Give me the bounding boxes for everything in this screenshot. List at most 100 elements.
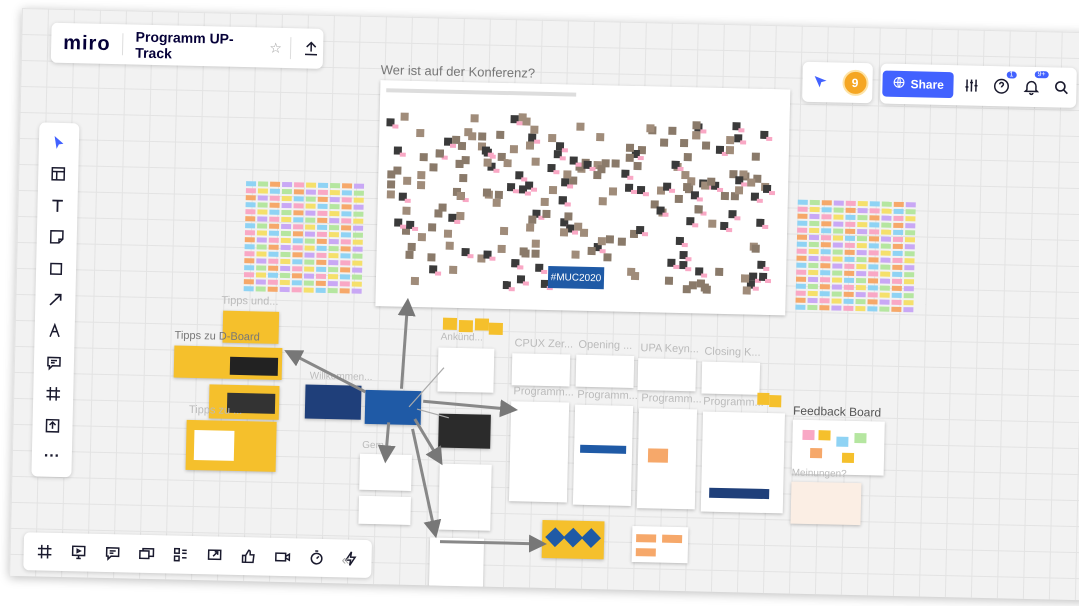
comment-icon[interactable] [41,349,68,376]
sticky-note[interactable] [281,188,292,195]
conference-frame[interactable]: #MUC2020 [375,80,791,316]
sticky-note[interactable] [353,211,364,217]
sticky-note[interactable] [317,189,328,195]
sticky-note[interactable] [903,300,914,306]
sticky-note[interactable] [269,188,280,194]
sticky-note[interactable] [353,190,364,196]
sticky-note[interactable] [845,207,856,213]
sticky-note[interactable] [831,298,842,304]
sticky-note[interactable] [353,225,364,231]
sticky-note[interactable] [293,210,304,216]
sticky-note[interactable] [845,221,856,227]
sticky-note[interactable] [819,298,830,304]
sticky-note[interactable] [340,267,351,273]
sticky-note[interactable] [796,262,807,268]
sticky-note[interactable] [280,258,291,265]
sticky-note[interactable] [905,202,916,208]
sticky-note[interactable] [795,276,807,282]
sticky-note[interactable] [316,266,327,272]
sticky-note[interactable] [268,244,279,250]
sticky-note[interactable] [340,246,351,252]
sticky-note[interactable] [796,234,808,240]
sticky-note[interactable] [833,221,844,227]
opening-frame[interactable] [575,354,635,388]
sticky-note[interactable] [328,232,339,238]
sticky-note[interactable] [855,291,866,298]
sticky-note[interactable] [303,280,314,286]
programm-frame-3[interactable] [636,408,698,510]
sticky-note[interactable] [843,298,854,304]
programm-frame-1[interactable] [508,401,570,503]
video-icon[interactable] [269,544,296,571]
sticky-note[interactable] [796,248,807,254]
sticky-note[interactable] [821,214,832,220]
sticky-note[interactable] [339,281,350,287]
sticky-note[interactable] [292,238,303,244]
sticky-note[interactable] [844,249,855,255]
text-icon[interactable] [44,192,71,219]
sticky-note[interactable] [270,181,281,187]
sticky-note[interactable] [257,209,268,215]
sticky-note[interactable] [820,263,831,269]
avatar[interactable]: 9 [841,69,869,97]
sticky-note[interactable] [353,204,364,210]
sticky-note[interactable] [819,291,830,297]
sticky-note[interactable] [855,305,866,312]
sticky-note[interactable] [293,203,304,209]
sticky-note[interactable] [317,196,328,202]
sticky-note[interactable] [868,264,879,270]
presentation-icon[interactable] [65,539,92,566]
sticky-note[interactable] [245,223,256,229]
sticky-note[interactable] [869,229,880,235]
sticky-note[interactable] [329,197,340,203]
sticky-note[interactable] [303,287,314,293]
sticky-note[interactable] [305,224,316,230]
sticky-note[interactable] [797,206,808,212]
sticky-note[interactable] [280,244,291,251]
sticky-note[interactable] [317,203,328,209]
sticky-note[interactable] [341,211,352,217]
sticky-note[interactable] [905,216,916,222]
sticky-note[interactable] [903,307,914,313]
sticky-note[interactable] [304,238,315,244]
sticky-note[interactable] [820,256,831,262]
sticky-note[interactable] [892,271,903,278]
sticky-note[interactable] [855,284,866,291]
sticky-note[interactable] [893,215,904,222]
sticky-note[interactable] [868,271,879,277]
sticky-note[interactable] [304,252,315,258]
settings-sliders-icon[interactable] [958,72,985,99]
sticky-note[interactable] [279,279,290,286]
sticky-note[interactable] [256,237,267,243]
sticky-note[interactable] [879,278,891,284]
sticky-note[interactable] [856,263,867,270]
sticky-note[interactable] [809,220,820,227]
sticky-note[interactable] [352,260,363,266]
sticky-note[interactable] [880,236,892,242]
sticky-note[interactable] [341,197,352,203]
text-doc-frame[interactable] [438,463,492,531]
sticky-note[interactable] [809,206,820,213]
sticky-note[interactable] [244,237,255,243]
sticky-note[interactable] [292,266,303,272]
sticky-note[interactable] [881,215,892,221]
sticky-note[interactable] [893,201,904,208]
sticky-note[interactable] [243,286,254,292]
sticky-note[interactable] [821,200,832,206]
sticky-note[interactable] [246,181,257,187]
sticky-note[interactable] [341,190,352,196]
sticky-note[interactable] [797,227,808,233]
sticky-note[interactable] [340,239,351,245]
sticky-note[interactable] [904,244,915,250]
sticky-note[interactable] [807,283,818,290]
sticky-note[interactable] [867,306,878,312]
sticky-note[interactable] [891,292,902,299]
sticky-note[interactable] [327,281,338,287]
template-icon[interactable] [45,161,72,188]
sticky-note-icon[interactable] [44,224,71,251]
sticky-note[interactable] [294,182,305,188]
sticky-note[interactable] [808,234,820,241]
sticky-note[interactable] [903,279,915,285]
programm-frame-4[interactable] [700,411,785,514]
sticky-note[interactable] [268,258,279,264]
